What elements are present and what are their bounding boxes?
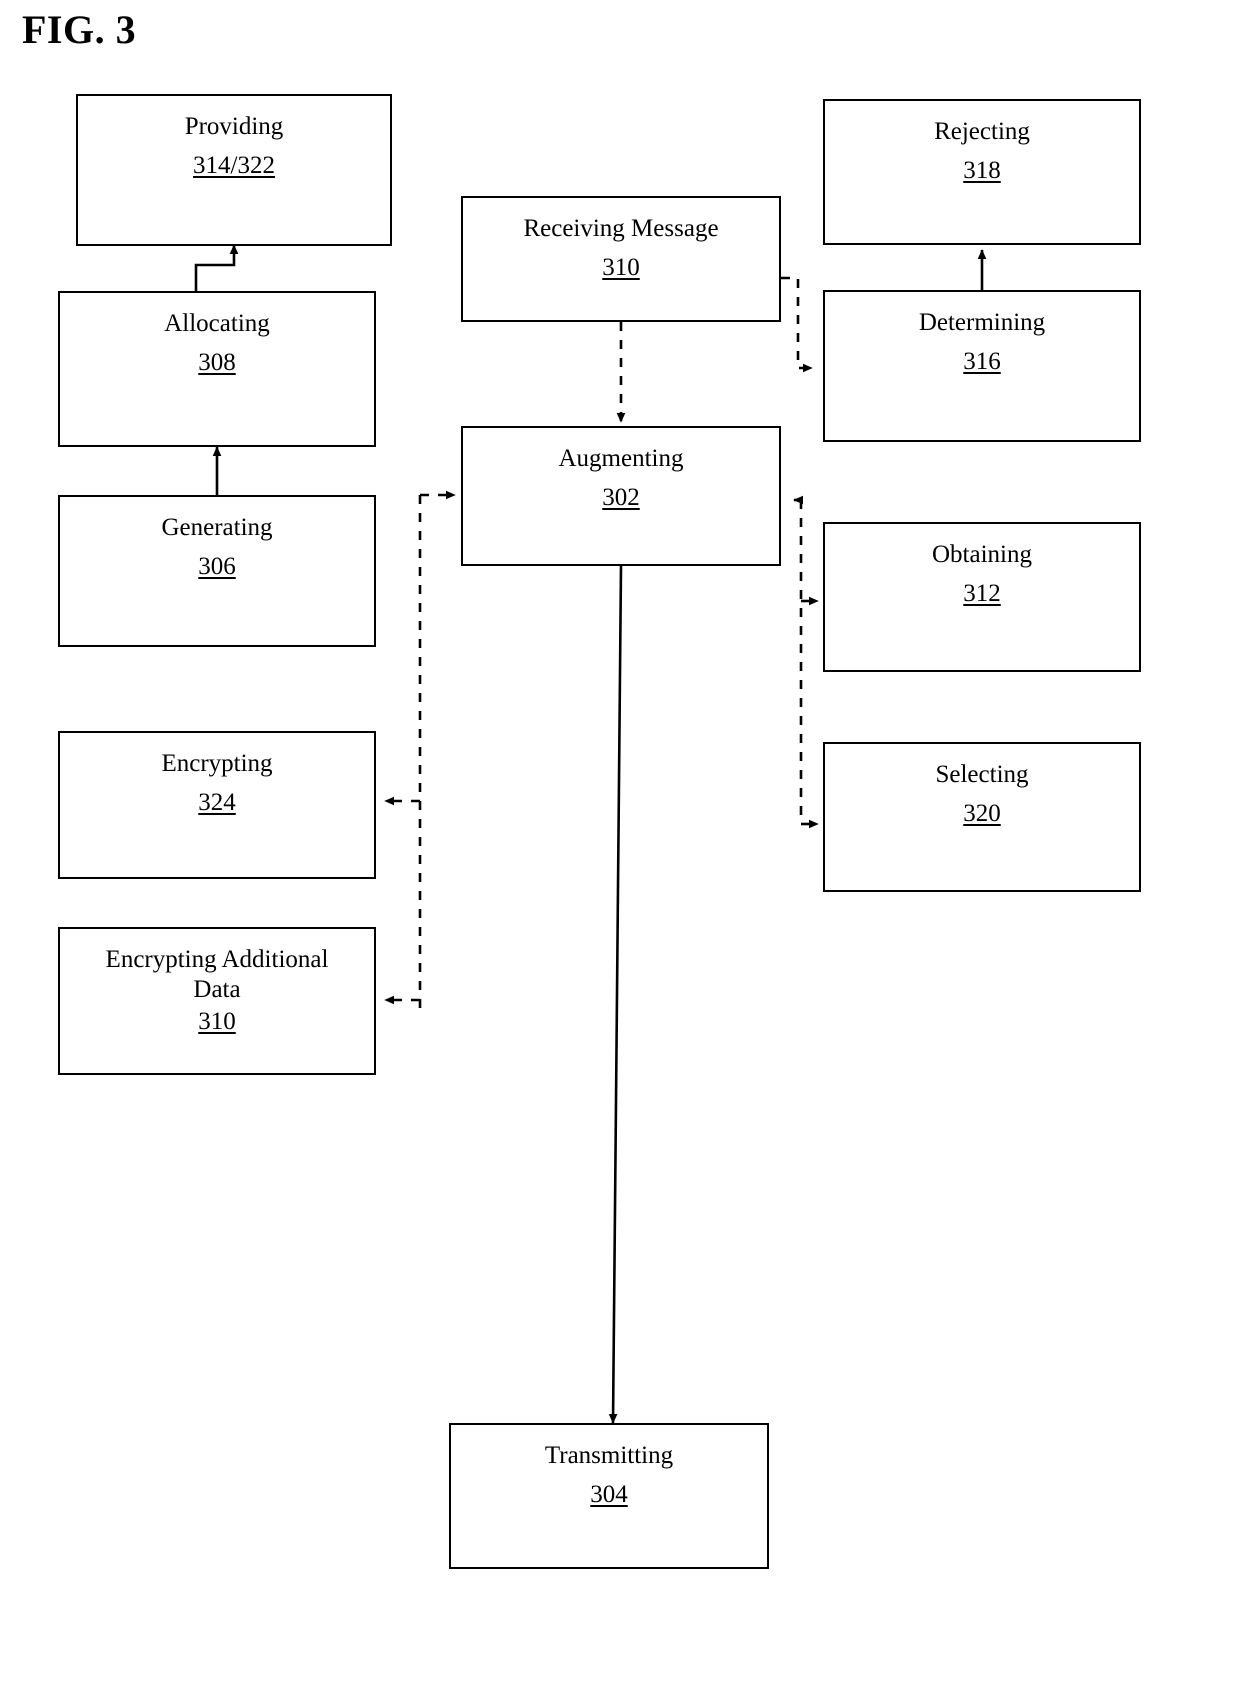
node-encrypting[interactable]: Encrypting 324 bbox=[58, 731, 376, 879]
node-receiving-message[interactable]: Receiving Message 310 bbox=[461, 196, 781, 322]
node-augmenting-number: 302 bbox=[602, 483, 640, 511]
node-encrypting-additional-data-label: Encrypting Additional Data bbox=[105, 946, 329, 1003]
node-augmenting[interactable]: Augmenting 302 bbox=[461, 426, 781, 566]
node-rejecting-number: 318 bbox=[963, 156, 1001, 184]
node-providing[interactable]: Providing 314/322 bbox=[76, 94, 392, 246]
node-encrypting-label: Encrypting bbox=[161, 750, 273, 777]
node-allocating-label: Allocating bbox=[164, 310, 270, 337]
node-selecting-label: Selecting bbox=[935, 761, 1029, 788]
edge-left-dashed-bus bbox=[384, 490, 456, 1010]
node-generating-number: 306 bbox=[198, 552, 236, 580]
node-providing-label: Providing bbox=[184, 113, 284, 140]
node-determining[interactable]: Determining 316 bbox=[823, 290, 1141, 442]
node-determining-number: 316 bbox=[963, 347, 1001, 375]
node-transmitting[interactable]: Transmitting 304 bbox=[449, 1423, 769, 1569]
node-encrypting-number: 324 bbox=[198, 788, 236, 816]
node-allocating[interactable]: Allocating 308 bbox=[58, 291, 376, 447]
node-receiving-message-number: 310 bbox=[602, 253, 640, 281]
edge-allocating-to-providing bbox=[194, 244, 239, 292]
node-selecting[interactable]: Selecting 320 bbox=[823, 742, 1141, 892]
node-determining-label: Determining bbox=[918, 309, 1046, 336]
edge-augmenting-to-transmitting bbox=[608, 565, 623, 1424]
edge-receiving-to-determining bbox=[781, 276, 813, 373]
node-selecting-number: 320 bbox=[963, 799, 1001, 827]
node-obtaining-label: Obtaining bbox=[932, 541, 1032, 568]
node-rejecting-label: Rejecting bbox=[934, 118, 1030, 145]
node-obtaining-number: 312 bbox=[963, 579, 1001, 607]
node-generating[interactable]: Generating 306 bbox=[58, 495, 376, 647]
node-receiving-message-label: Receiving Message bbox=[523, 215, 719, 242]
node-allocating-number: 308 bbox=[198, 348, 236, 376]
node-encrypting-additional-data-number: 310 bbox=[198, 1008, 236, 1035]
node-transmitting-number: 304 bbox=[590, 1480, 628, 1508]
figure-canvas: FIG. 3 Providing 314/322 Allocating 308 … bbox=[0, 0, 1240, 1684]
node-providing-number: 314/322 bbox=[193, 151, 275, 179]
node-transmitting-label: Transmitting bbox=[544, 1442, 674, 1469]
node-obtaining[interactable]: Obtaining 312 bbox=[823, 522, 1141, 672]
node-augmenting-label: Augmenting bbox=[558, 445, 684, 472]
node-encrypting-additional-data[interactable]: Encrypting Additional Data 310 bbox=[58, 927, 376, 1075]
figure-title: FIG. 3 bbox=[22, 7, 137, 52]
edge-right-dashed-bus bbox=[793, 495, 819, 829]
node-rejecting[interactable]: Rejecting 318 bbox=[823, 99, 1141, 245]
node-generating-label: Generating bbox=[161, 514, 273, 541]
